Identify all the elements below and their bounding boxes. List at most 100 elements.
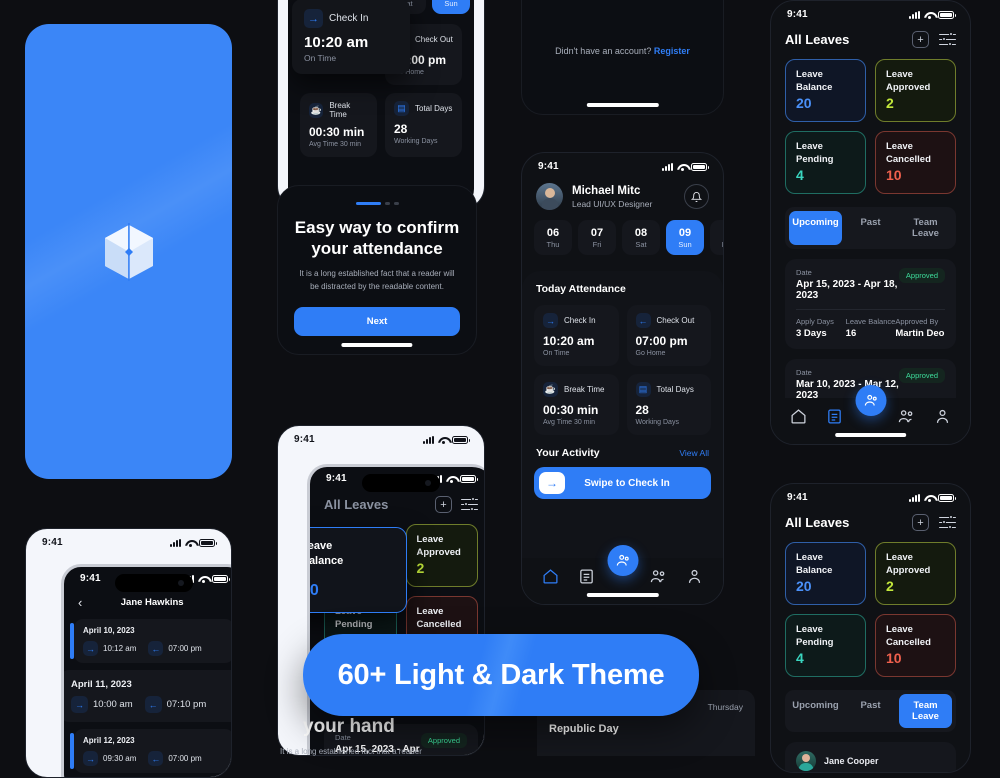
filter-sliders-icon[interactable]: [461, 497, 478, 512]
splash-screen: [25, 24, 232, 479]
attendance-row-highlighted[interactable]: April 11, 2023 → 10:00 am ← 07:10 pm: [64, 670, 231, 722]
team-icon[interactable]: [898, 408, 915, 425]
check-out-icon: ←: [148, 641, 164, 656]
label-line-1: Leave: [796, 624, 823, 635]
status-icons: [909, 493, 956, 502]
leave-cancelled-card[interactable]: Leave Cancelled 10: [875, 131, 956, 194]
attendance-times: → 10:00 am ← 07:10 pm: [71, 696, 229, 713]
label-line-2: Approved: [886, 81, 931, 93]
wifi-icon: [438, 436, 448, 444]
swipe-to-check-in[interactable]: → Swipe to Check In: [534, 467, 711, 499]
check-in-card[interactable]: → Check In 10:20 am On Time: [534, 305, 619, 366]
segment-team-leave[interactable]: Team Leave: [899, 694, 952, 728]
home-icon[interactable]: [790, 408, 807, 425]
leave-approved-card[interactable]: Leave Approved 2: [875, 542, 956, 605]
card-sub: Working Days: [394, 138, 438, 145]
day-chip[interactable]: 06 Thu: [534, 220, 572, 255]
leave-balance-card-highlighted[interactable]: Leave Balance 20: [310, 527, 407, 613]
day-chip-selected[interactable]: 09 Sun: [432, 0, 470, 14]
break-time-card[interactable]: ☕ Break Time 00:30 min Avg Time 30 min: [534, 374, 619, 435]
card-title: Total Days: [415, 104, 453, 113]
holiday-name: Republic Day: [549, 723, 619, 735]
battery-icon: [460, 474, 478, 483]
day-chip-selected[interactable]: 09 Sun: [666, 220, 704, 255]
card-value: 28: [635, 403, 649, 417]
leaves-segment-control[interactable]: Upcoming Past Team Leave: [785, 207, 956, 249]
segment-past[interactable]: Past: [844, 694, 897, 728]
status-icons: [423, 435, 470, 444]
card-value: 10: [886, 167, 902, 183]
document-icon[interactable]: [826, 408, 843, 425]
register-link[interactable]: Register: [654, 46, 690, 56]
label-line-2: Pending: [796, 636, 834, 648]
day-selector[interactable]: 06 Thu 07 Fri 08 Sat 09 Sun 10 Mon: [522, 220, 723, 255]
wifi-icon: [198, 575, 208, 583]
check-out-card[interactable]: ← Check Out 07:00 pm Go Home: [626, 305, 711, 366]
next-button[interactable]: Next: [294, 307, 460, 337]
check-in-time: → 10:00 am: [71, 696, 133, 713]
leave-record-card[interactable]: Date Apr 15, 2023 - Apr 18, 2023 Approve…: [785, 259, 956, 349]
field-value: 3 Days: [796, 328, 827, 339]
check-in-card-highlighted[interactable]: → Check In 10:20 am On Time: [292, 0, 410, 74]
leave-pending-card[interactable]: Leave Pending 4: [785, 614, 866, 677]
date-label: Date: [796, 368, 812, 377]
team-icon[interactable]: [650, 568, 667, 585]
leave-stat-grid: Leave Balance 20 Leave Approved 2 Leave …: [771, 542, 970, 677]
chevron-left-icon[interactable]: ‹: [78, 595, 82, 610]
leave-balance-card[interactable]: Leave Balance 20: [785, 59, 866, 122]
total-days-card[interactable]: ▤ Total Days 28 Working Days: [626, 374, 711, 435]
card-value: 2: [886, 95, 894, 111]
card-value: 2: [886, 578, 894, 594]
segment-upcoming[interactable]: Upcoming: [789, 694, 842, 728]
attendance-row[interactable]: April 12, 2023 → 09:30 am ← 07:00 pm: [70, 729, 231, 773]
plus-square-icon[interactable]: +: [912, 31, 929, 48]
profile-icon[interactable]: [686, 568, 703, 585]
day-name: Fri: [592, 240, 602, 249]
filter-sliders-icon[interactable]: [939, 32, 956, 47]
day-chip[interactable]: 07 Fri: [578, 220, 616, 255]
leave-approved-card[interactable]: Leave Approved 2: [875, 59, 956, 122]
time-value: 07:10 pm: [166, 699, 207, 710]
profile-header[interactable]: Michael Mitc Lead UI/UX Designer: [522, 174, 723, 210]
filter-sliders-icon[interactable]: [939, 515, 956, 530]
swipe-arrow-icon[interactable]: →: [539, 472, 565, 494]
attendance-row[interactable]: April 10, 2023 → 10:12 am ← 07:00 pm: [70, 619, 231, 663]
promo-banner: 60+ Light & Dark Theme: [303, 634, 699, 716]
notification-bell-icon[interactable]: [684, 184, 709, 209]
card-value: 4: [796, 650, 804, 666]
battery-icon: [212, 574, 230, 583]
add-people-fab[interactable]: [855, 385, 886, 416]
dot-active[interactable]: [355, 202, 381, 205]
status-bar: 9:41: [771, 1, 970, 22]
plus-square-icon[interactable]: +: [435, 496, 452, 513]
holiday-weekday: Thursday: [707, 701, 743, 712]
card-title: Break Time: [329, 101, 351, 119]
view-all-link[interactable]: View All: [679, 448, 709, 458]
day-chip[interactable]: 10 Mon: [710, 220, 723, 255]
segment-team-leave[interactable]: Team Leave: [899, 211, 952, 245]
total-days-card[interactable]: ▤ Total Days 28 Working Days: [385, 93, 462, 157]
leave-pending-card[interactable]: Leave Pending 4: [785, 131, 866, 194]
battery-icon: [691, 162, 709, 171]
add-people-fab[interactable]: [607, 545, 638, 576]
document-icon[interactable]: [578, 568, 595, 585]
dot[interactable]: [384, 202, 390, 205]
home-icon[interactable]: [542, 568, 559, 585]
card-label: Leave Pending: [796, 141, 855, 167]
leave-cancelled-card[interactable]: Leave Cancelled 10: [875, 614, 956, 677]
attendance-peek-phone: 06 Thu 07 Fri 08 Sat 09 Sun 10 Mon: [277, 0, 485, 210]
break-time-card[interactable]: ☕ Break Time 00:30 min Avg Time 30 min: [300, 93, 377, 157]
segment-past[interactable]: Past: [844, 211, 897, 245]
leave-balance-card[interactable]: Leave Balance 20: [785, 542, 866, 605]
segment-upcoming[interactable]: Upcoming: [789, 211, 842, 245]
status-time: 9:41: [326, 473, 347, 484]
dot[interactable]: [393, 202, 399, 205]
day-chip[interactable]: 08 Sat: [622, 220, 660, 255]
leaves-segment-control[interactable]: Upcoming Past Team Leave: [785, 690, 956, 732]
profile-icon[interactable]: [934, 408, 951, 425]
card-value: 2: [416, 560, 425, 576]
plus-square-icon[interactable]: +: [912, 514, 929, 531]
leave-approved-card[interactable]: Leave Approved 2: [405, 524, 478, 587]
team-leave-row[interactable]: Jane Cooper: [785, 742, 956, 772]
all-leaves-screen-team: 9:41 All Leaves + Leave Balance 20 Leave…: [770, 483, 971, 773]
